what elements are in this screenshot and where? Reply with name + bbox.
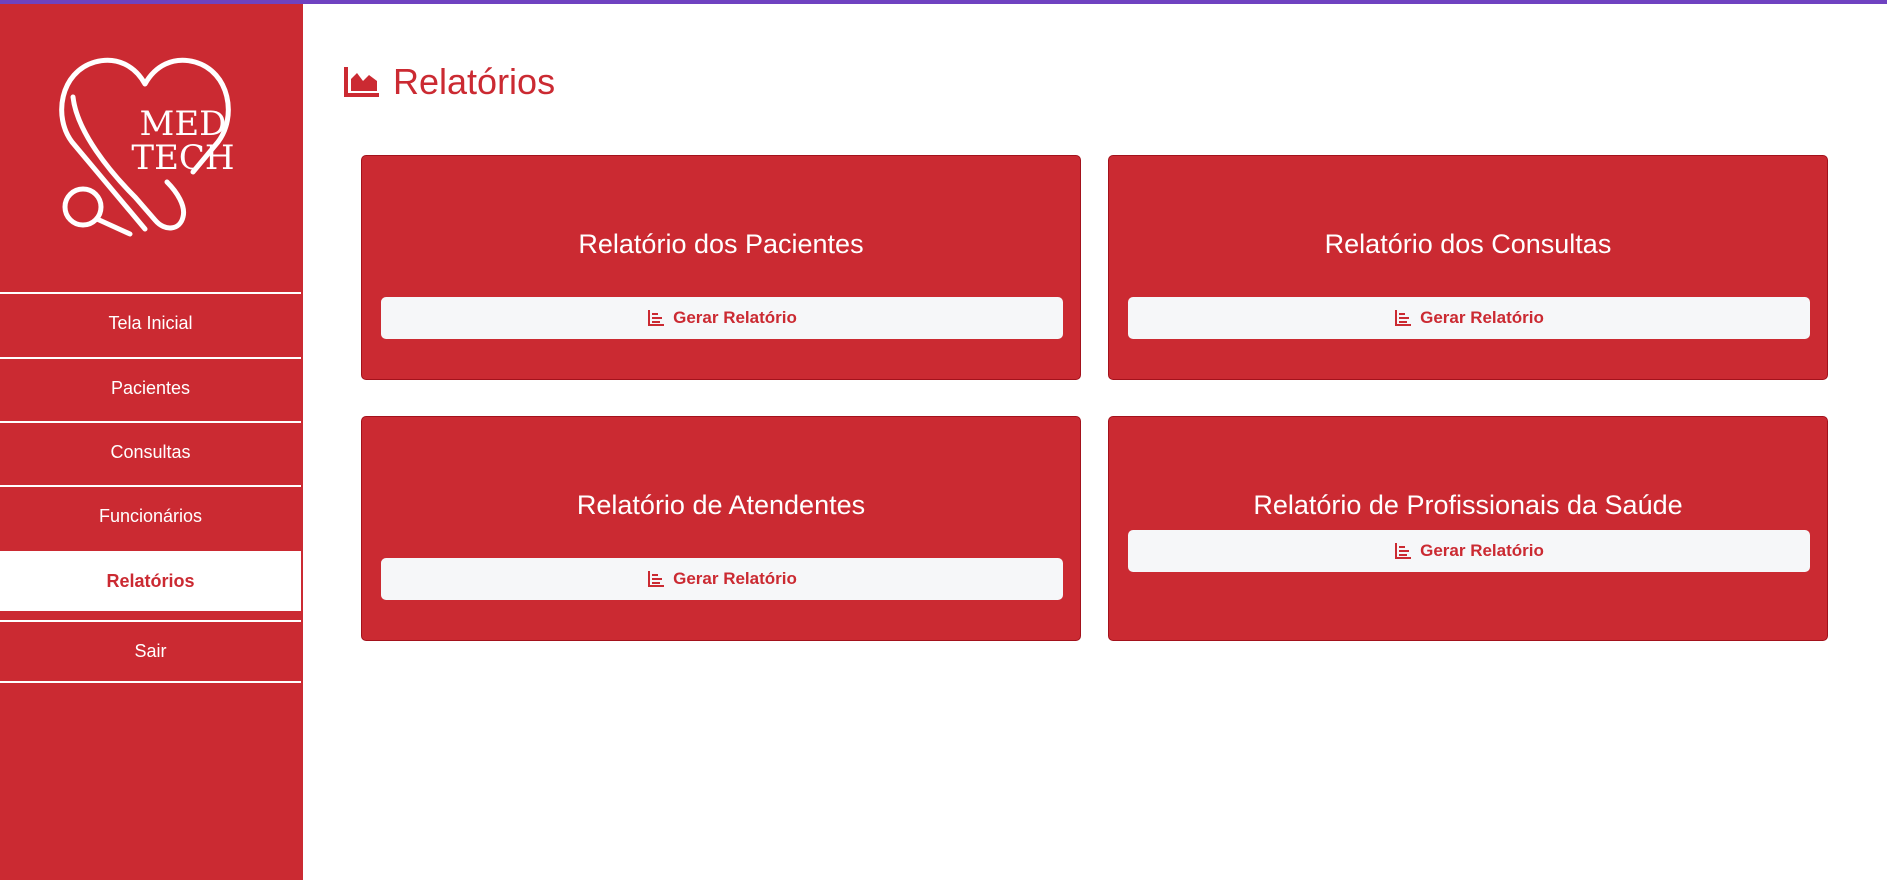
report-card-consultas: Relatório dos Consultas Gerar Relatório [1108,155,1828,380]
generate-report-button[interactable]: Gerar Relatório [381,297,1063,339]
sidebar-divider [0,681,301,683]
sidebar-item-consultas[interactable]: Consultas [0,421,301,481]
page-title-text: Relatórios [393,61,556,102]
chart-bar-icon [1394,542,1412,560]
sidebar-item-funcionarios[interactable]: Funcionários [0,485,301,545]
sidebar-item-sair[interactable]: Sair [0,620,301,680]
button-label: Gerar Relatório [673,569,797,588]
sidebar: MED TECH Tela Inicial Pacientes Consulta… [0,4,303,880]
chart-bar-icon [647,309,665,327]
sidebar-item-label: Pacientes [110,377,191,398]
chart-bar-icon [647,570,665,588]
heart-stethoscope-logo: MED TECH [59,57,235,237]
card-title: Relatório de Profissionais da Saúde [1253,490,1683,520]
sidebar-item-relatorios[interactable]: Relatórios [0,551,301,611]
generate-report-button[interactable]: Gerar Relatório [1128,297,1810,339]
sidebar-item-label: Tela Inicial [108,312,193,333]
sidebar-item-label: Consultas [110,441,191,462]
card-title: Relatório dos Pacientes [578,229,864,259]
chart-bar-icon [1394,309,1412,327]
generate-report-button[interactable]: Gerar Relatório [381,558,1063,600]
button-label: Gerar Relatório [1420,541,1544,560]
sidebar-item-label: Sair [134,640,167,661]
sidebar-item-label: Funcionários [98,505,203,526]
report-card-profissionais-saude: Relatório de Profissionais da Saúde Gera… [1108,416,1828,641]
report-card-pacientes: Relatório dos Pacientes Gerar Relatório [361,155,1081,380]
generate-report-button[interactable]: Gerar Relatório [1128,530,1810,572]
button-label: Gerar Relatório [1420,308,1544,327]
card-title: Relatório dos Consultas [1324,229,1612,259]
report-card-atendentes: Relatório de Atendentes Gerar Relatório [361,416,1081,641]
logo-text-tech: TECH [131,138,234,178]
chart-area-icon [343,65,381,99]
medtech-logo: MED TECH [55,52,245,257]
sidebar-item-tela-inicial[interactable]: Tela Inicial [0,292,301,352]
sidebar-item-pacientes[interactable]: Pacientes [0,357,301,417]
card-title: Relatório de Atendentes [576,490,866,520]
page-title: Relatórios [343,58,555,106]
sidebar-item-label: Relatórios [106,570,195,591]
button-label: Gerar Relatório [673,308,797,327]
